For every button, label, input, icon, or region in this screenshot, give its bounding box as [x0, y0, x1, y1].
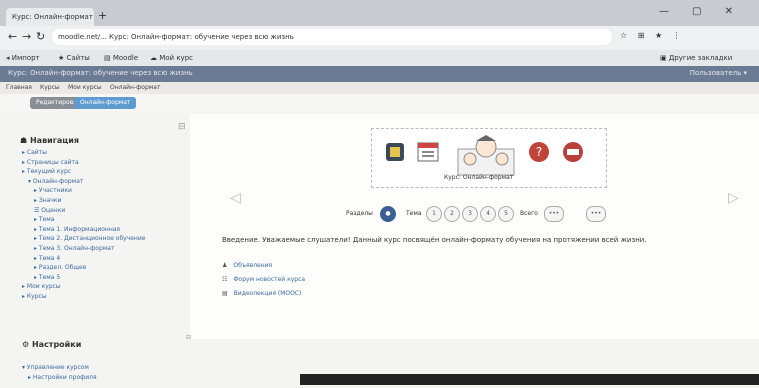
user-menu[interactable]: Пользователь ▾	[690, 69, 747, 77]
other-bookmarks[interactable]: ▣ Другие закладки	[660, 54, 732, 62]
back-icon[interactable]: ←	[8, 30, 17, 43]
resource-link[interactable]: ☷ Форум новостей курса	[222, 276, 305, 283]
nav-item[interactable]: ▸ Тема 4	[22, 254, 182, 264]
taskbar	[300, 374, 759, 385]
video-icon: ▤	[222, 290, 228, 297]
course-button[interactable]: Онлайн-формат	[74, 97, 137, 109]
book-icon	[386, 143, 404, 161]
navigation-icon: ☗	[20, 136, 30, 145]
nav-item[interactable]: ▸ Значки	[22, 196, 182, 206]
nav-item[interactable]: ▸ Тема	[22, 215, 182, 225]
bookmarks-bar: ◂ Импорт ★ Сайты ▤ Moodle ☁ Мой курс ▣ Д…	[0, 50, 759, 66]
new-tab-button[interactable]: +	[98, 9, 107, 22]
help-icon: ?	[529, 142, 549, 162]
pager-current[interactable]: ●	[380, 206, 396, 222]
navigation-heading: ☗ Навигация	[20, 136, 79, 145]
title-bar: Курс: Онлайн-формат + — ▢ ✕	[0, 0, 759, 26]
pager-label: Всего	[520, 210, 538, 217]
nav-item[interactable]: ☰ Оценки	[22, 206, 182, 216]
window-controls[interactable]: — ▢ ✕	[659, 6, 743, 17]
pager-label: Разделы	[346, 210, 373, 217]
browser-chrome: Курс: Онлайн-формат + — ▢ ✕ ← → ↻ moodle…	[0, 0, 759, 94]
svg-text:?: ?	[536, 145, 542, 159]
content-collapse-icon[interactable]: ⊟	[186, 334, 191, 341]
bookmark-item[interactable]: ◂ Импорт	[6, 54, 40, 62]
navigation-tree: ▸ Сайты ▸ Страницы сайта ▸ Текущий курс …	[22, 148, 182, 302]
arrow-right-icon[interactable]: ▷	[728, 190, 739, 206]
nav-item[interactable]: ▸ Курсы	[22, 292, 182, 302]
forum-icon: ☷	[222, 276, 228, 283]
pager-label: Тема	[406, 210, 422, 217]
page-button[interactable]: 3	[462, 206, 478, 222]
forward-icon[interactable]: →	[22, 30, 31, 43]
browser-actions-icons[interactable]: ☆ ⊞ ★ ⋮	[620, 31, 685, 40]
nav-item[interactable]: ▸ Участники	[22, 186, 182, 196]
nav-item[interactable]: ▸ Тема 1. Информационная	[22, 225, 182, 235]
nav-item[interactable]: ▸ Тема 5	[22, 273, 182, 283]
breadcrumb-item[interactable]: Главная	[6, 84, 32, 91]
browser-tab[interactable]: Курс: Онлайн-формат	[6, 8, 94, 26]
settings-item[interactable]: ▾ Управление курсом	[22, 364, 89, 371]
banner-caption: Курс: Онлайн-формат	[444, 174, 514, 181]
nav-item[interactable]: ▸ Тема 3. Онлайн-формат	[22, 244, 182, 254]
bookmark-item[interactable]: ★ Сайты	[58, 54, 90, 62]
forum-icon	[563, 142, 583, 162]
breadcrumb: Главная Курсы Мои курсы Онлайн-формат	[0, 82, 759, 94]
page-button[interactable]: 2	[444, 206, 460, 222]
section-pager: Разделы ● Тема 1 2 3 4 5 Всего ••• •••	[340, 200, 620, 230]
breadcrumb-item[interactable]: Онлайн-формат	[110, 84, 160, 91]
arrow-left-icon[interactable]: ◁	[230, 190, 241, 206]
bookmark-item[interactable]: ▤ Moodle	[104, 54, 138, 62]
reload-icon[interactable]: ↻	[36, 30, 45, 43]
breadcrumb-item[interactable]: Мои курсы	[68, 84, 102, 91]
nav-item[interactable]: ▸ Страницы сайта	[22, 158, 182, 168]
settings-item[interactable]: ▸ Настройки профиля	[28, 374, 97, 381]
page-button[interactable]: •••	[586, 206, 606, 222]
resource-link[interactable]: ♟ Объявления	[222, 262, 272, 269]
page-button[interactable]: 1	[426, 206, 442, 222]
page-button[interactable]: •••	[544, 206, 564, 222]
resource-link[interactable]: ▤ Видеолекция (MOOC)	[222, 290, 301, 297]
moodle-header: Курс: Онлайн-формат: обучение через всю …	[0, 66, 759, 82]
bookmark-item[interactable]: ☁ Мой курс	[150, 54, 193, 62]
nav-item[interactable]: ▸ Сайты	[22, 148, 182, 158]
gear-icon: ⚙	[22, 340, 32, 349]
nav-item[interactable]: ▸ Мои курсы	[22, 282, 182, 292]
course-intro: Введение. Уважаемые слушатели! Данный ку…	[222, 236, 647, 244]
calendar-icon	[417, 142, 439, 162]
online-format-icon	[457, 135, 515, 176]
settings-heading: ⚙ Настройки	[22, 340, 82, 349]
nav-item[interactable]: ▾ Онлайн-формат	[22, 177, 182, 187]
announcement-icon: ♟	[222, 262, 228, 269]
page-button[interactable]: 5	[498, 206, 514, 222]
page-button[interactable]: 4	[480, 206, 496, 222]
nav-item[interactable]: ▸ Текущий курс	[22, 167, 182, 177]
course-toolbar: Редактировать Онлайн-формат	[0, 94, 759, 112]
url-input[interactable]: moodle.net/... Курс: Онлайн-формат: обуч…	[52, 29, 612, 45]
collapse-icon[interactable]: ⊟	[178, 122, 186, 132]
nav-item[interactable]: ▸ Раздел. Общее	[22, 263, 182, 273]
course-title: Курс: Онлайн-формат: обучение через всю …	[8, 69, 193, 77]
breadcrumb-item[interactable]: Курсы	[40, 84, 60, 91]
nav-item[interactable]: ▸ Тема 2. Дистанционное обучение	[22, 234, 182, 244]
